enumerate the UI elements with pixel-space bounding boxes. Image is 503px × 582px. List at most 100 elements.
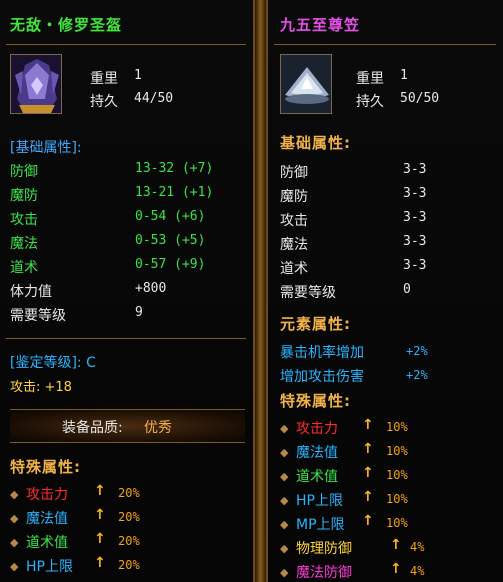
special-label: HP上限 bbox=[26, 559, 73, 575]
quality-label: 装备品质: bbox=[62, 420, 123, 436]
element-label: 增加攻击伤害 bbox=[280, 369, 364, 385]
diamond-bullet-icon: ◆ bbox=[280, 566, 289, 579]
special-label: 道术值 bbox=[296, 469, 338, 485]
hp-value: +800 bbox=[135, 281, 167, 296]
stat-value: 13-32 (+7) bbox=[135, 161, 214, 176]
stat-label: 魔防 bbox=[280, 189, 308, 205]
diamond-bullet-icon: ◆ bbox=[280, 422, 289, 435]
stat-label: 魔防 bbox=[10, 188, 38, 204]
up-arrow-icon: ↑ bbox=[362, 489, 374, 505]
hat-item-icon[interactable] bbox=[280, 54, 332, 114]
item-title: 无敌・修罗圣盔 bbox=[10, 16, 123, 34]
stat-label: 攻击 bbox=[10, 212, 38, 228]
item-title: 九五至尊笠 bbox=[280, 16, 361, 34]
stat-value: 0-53 (+5) bbox=[135, 233, 206, 248]
element-value: +2% bbox=[406, 344, 428, 358]
special-label: HP上限 bbox=[296, 493, 343, 509]
stat-value: 3-3 bbox=[403, 210, 427, 225]
up-arrow-icon: ↑ bbox=[94, 555, 106, 571]
diamond-bullet-icon: ◆ bbox=[10, 488, 19, 501]
diamond-bullet-icon: ◆ bbox=[280, 542, 289, 555]
hp-label: 体力值 bbox=[10, 284, 52, 300]
diamond-bullet-icon: ◆ bbox=[10, 536, 19, 549]
up-arrow-icon: ↑ bbox=[94, 483, 106, 499]
special-attributes-header: 特殊属性: bbox=[10, 458, 81, 476]
special-value: 10% bbox=[386, 444, 408, 458]
special-value: 10% bbox=[386, 492, 408, 506]
required-level-label: 需要等级 bbox=[10, 308, 66, 324]
stat-value: 3-3 bbox=[403, 186, 427, 201]
element-attributes-header: 元素属性: bbox=[280, 315, 351, 333]
basic-attributes-header: 基础属性: bbox=[280, 134, 351, 152]
required-level-value: 9 bbox=[135, 305, 143, 320]
up-arrow-icon: ↑ bbox=[362, 513, 374, 529]
up-arrow-icon: ↑ bbox=[390, 561, 402, 577]
divider bbox=[274, 44, 496, 45]
special-attributes-header: 特殊属性: bbox=[280, 392, 351, 410]
up-arrow-icon: ↑ bbox=[362, 441, 374, 457]
special-value: 10% bbox=[386, 468, 408, 482]
diamond-bullet-icon: ◆ bbox=[280, 494, 289, 507]
element-label: 暴击机率增加 bbox=[280, 345, 364, 361]
special-value: 4% bbox=[410, 540, 425, 554]
special-label: 道术值 bbox=[26, 535, 68, 551]
durability-label: 持久 bbox=[90, 94, 118, 110]
quality-value: 优秀 bbox=[144, 420, 172, 436]
appraise-level: [鉴定等级]: C bbox=[10, 355, 96, 371]
right-item-tooltip: 九五至尊笠 重里 1 持久 50/50 基础属性: 防御 3-3 魔防 3-3 … bbox=[266, 0, 503, 582]
up-arrow-icon: ↑ bbox=[94, 507, 106, 523]
stat-label: 防御 bbox=[280, 165, 308, 181]
weight-value: 1 bbox=[400, 68, 408, 83]
up-arrow-icon: ↑ bbox=[362, 417, 374, 433]
special-label: 攻击力 bbox=[296, 421, 338, 437]
special-value: 20% bbox=[118, 486, 140, 500]
basic-attributes-header: [基础属性]: bbox=[10, 140, 82, 156]
stat-value: 3-3 bbox=[403, 234, 427, 249]
up-arrow-icon: ↑ bbox=[362, 465, 374, 481]
special-label: 物理防御 bbox=[296, 541, 352, 557]
special-label: 魔法值 bbox=[296, 445, 338, 461]
divider bbox=[6, 338, 246, 339]
diamond-bullet-icon: ◆ bbox=[10, 512, 19, 525]
divider bbox=[6, 44, 246, 45]
stat-label: 防御 bbox=[10, 164, 38, 180]
stat-label: 魔法 bbox=[280, 237, 308, 253]
weight-value: 1 bbox=[134, 68, 142, 83]
stat-value: 0-57 (+9) bbox=[135, 257, 206, 272]
special-value: 10% bbox=[386, 516, 408, 530]
special-value: 10% bbox=[386, 420, 408, 434]
stat-value: 13-21 (+1) bbox=[135, 185, 214, 200]
special-label: 攻击力 bbox=[26, 487, 68, 503]
up-arrow-icon: ↑ bbox=[390, 537, 402, 553]
panel-separator bbox=[255, 0, 266, 582]
required-level-value: 0 bbox=[403, 282, 411, 297]
special-label: 魔法值 bbox=[26, 511, 68, 527]
special-value: 20% bbox=[118, 534, 140, 548]
attack-bonus: 攻击: +18 bbox=[10, 380, 72, 395]
weight-label: 重里 bbox=[90, 71, 118, 87]
stat-value: 3-3 bbox=[403, 258, 427, 273]
weight-label: 重里 bbox=[356, 71, 384, 87]
diamond-bullet-icon: ◆ bbox=[280, 446, 289, 459]
element-value: +2% bbox=[406, 368, 428, 382]
quality-bar: 装备品质: 优秀 bbox=[10, 409, 245, 443]
stat-value: 3-3 bbox=[403, 162, 427, 177]
special-label: MP上限 bbox=[296, 517, 345, 533]
stat-label: 道术 bbox=[280, 261, 308, 277]
durability-value: 50/50 bbox=[400, 91, 440, 106]
left-item-tooltip: 无敌・修罗圣盔 重里 1 持久 44/50 [基础属性]: 防御 13-32 (… bbox=[0, 0, 255, 582]
stat-label: 道术 bbox=[10, 260, 38, 276]
durability-label: 持久 bbox=[356, 94, 384, 110]
special-label: 魔法防御 bbox=[296, 565, 352, 581]
up-arrow-icon: ↑ bbox=[94, 531, 106, 547]
stat-value: 0-54 (+6) bbox=[135, 209, 206, 224]
special-value: 20% bbox=[118, 558, 140, 572]
special-value: 4% bbox=[410, 564, 425, 578]
helmet-item-icon[interactable] bbox=[10, 54, 62, 114]
stat-label: 攻击 bbox=[280, 213, 308, 229]
diamond-bullet-icon: ◆ bbox=[280, 518, 289, 531]
diamond-bullet-icon: ◆ bbox=[280, 470, 289, 483]
durability-value: 44/50 bbox=[134, 91, 174, 106]
special-value: 20% bbox=[118, 510, 140, 524]
diamond-bullet-icon: ◆ bbox=[10, 560, 19, 573]
